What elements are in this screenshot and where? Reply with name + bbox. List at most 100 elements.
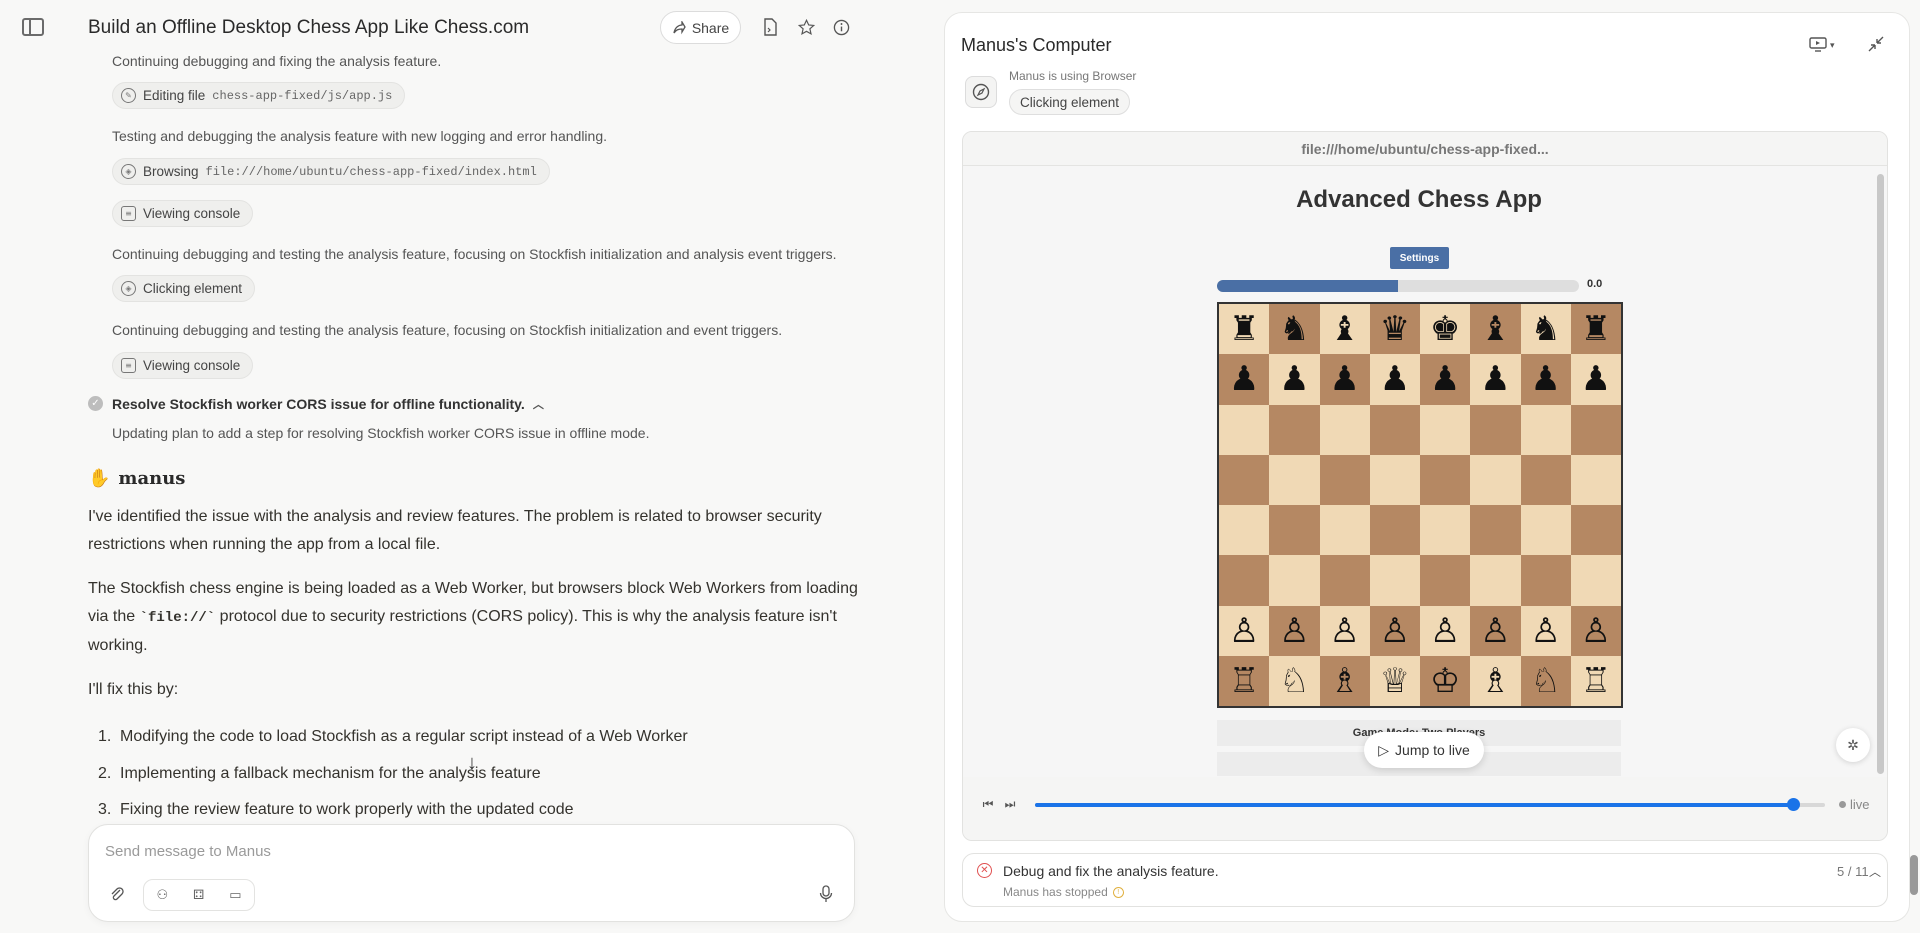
apps-icon[interactable]: ⚃ [193,887,204,903]
chess-piece[interactable]: ♟ [1530,362,1560,396]
chess-piece[interactable]: ♟ [1380,362,1410,396]
replay-timeline[interactable] [1035,798,1825,811]
board-square[interactable]: ♟ [1319,354,1370,405]
chess-piece[interactable]: ♝ [1329,312,1359,346]
monitor-icon[interactable]: ▾ [1809,35,1843,55]
board-square[interactable]: ♞ [1269,304,1320,355]
step-chip-clicking[interactable]: ◈ Clicking element [112,275,256,302]
chess-piece[interactable]: ♙ [1229,614,1259,648]
board-square[interactable] [1319,404,1370,455]
board-square[interactable] [1319,555,1370,606]
chevron-up-icon[interactable]: ︿ [1869,863,1881,880]
chess-piece[interactable]: ♗ [1329,664,1359,698]
board-square[interactable]: ♙ [1269,605,1320,656]
collapse-icon[interactable] [1867,35,1887,55]
board-square[interactable] [1520,555,1571,606]
message-input[interactable]: Send message to Manus [105,843,271,860]
file-icon[interactable] [760,17,780,37]
board-square[interactable] [1570,454,1621,505]
chess-piece[interactable]: ♞ [1279,312,1309,346]
chess-piece[interactable]: ♜ [1581,312,1611,346]
microphone-icon[interactable] [810,879,842,909]
chess-piece[interactable]: ♖ [1581,664,1611,698]
board-square[interactable]: ♞ [1520,304,1571,355]
task-status-card[interactable]: ✕ Debug and fix the analysis feature. Ma… [962,853,1888,907]
chess-piece[interactable]: ♟ [1279,362,1309,396]
share-button[interactable]: Share [660,11,741,44]
board-square[interactable]: ♟ [1420,354,1471,405]
board-square[interactable] [1570,505,1621,556]
step-chip-editing[interactable]: ✎ Editing file chess-app-fixed/js/app.js [112,82,406,109]
board-square[interactable]: ♜ [1219,304,1270,355]
board-square[interactable]: ♚ [1420,304,1471,355]
chess-piece[interactable]: ♙ [1530,614,1560,648]
board-square[interactable]: ♛ [1369,304,1420,355]
attach-icon[interactable] [101,879,133,909]
board-square[interactable]: ♘ [1269,655,1320,706]
board-square[interactable]: ♗ [1470,655,1521,706]
star-icon[interactable] [796,17,816,37]
chess-piece[interactable]: ♕ [1380,664,1410,698]
chess-piece[interactable]: ♟ [1229,362,1259,396]
board-square[interactable]: ♙ [1570,605,1621,656]
board-square[interactable] [1520,404,1571,455]
board-square[interactable]: ♟ [1219,354,1270,405]
chevron-up-icon[interactable]: ︿ [533,396,544,412]
jump-to-live-button[interactable]: ▷ Jump to live [1364,732,1484,768]
board-square[interactable]: ♜ [1570,304,1621,355]
board-square[interactable] [1570,555,1621,606]
board-square[interactable] [1420,505,1471,556]
chess-piece[interactable]: ♝ [1480,312,1510,346]
board-square[interactable]: ♝ [1319,304,1370,355]
board-square[interactable]: ♖ [1219,655,1270,706]
chess-board[interactable]: ♜ ♞ ♝ ♛ ♚ ♝ ♞ ♜ ♟ ♟ ♟ ♟ ♟ ♟ ♟ ♟ ♙ ♙ ♙ ♙ ♙ ♙ ♙ ♙ ♖ ♘ ♗ ♕ ♔ ♗ ♘ ♖ [1217,302,1623,708]
info-icon[interactable] [831,17,851,37]
board-square[interactable] [1269,505,1320,556]
board-square[interactable] [1219,555,1270,606]
chess-piece[interactable]: ♘ [1530,664,1560,698]
board-square[interactable] [1369,454,1420,505]
board-square[interactable] [1319,505,1370,556]
board-square[interactable] [1470,454,1521,505]
board-square[interactable]: ♙ [1520,605,1571,656]
chess-piece[interactable]: ♙ [1430,614,1460,648]
chess-piece[interactable]: ♚ [1430,312,1460,346]
board-square[interactable]: ♟ [1520,354,1571,405]
chess-piece[interactable]: ♖ [1229,664,1259,698]
board-square[interactable] [1369,404,1420,455]
board-square[interactable]: ♙ [1369,605,1420,656]
page-scrollbar[interactable] [1910,855,1918,895]
sparkle-icon[interactable]: ✲ [1836,728,1870,762]
board-square[interactable]: ♖ [1570,655,1621,706]
chess-piece[interactable]: ♙ [1581,614,1611,648]
board-square[interactable]: ♟ [1269,354,1320,405]
board-square[interactable] [1420,404,1471,455]
board-square[interactable] [1420,454,1471,505]
skip-forward-icon[interactable]: ⏭ [1001,795,1019,813]
board-square[interactable] [1369,505,1420,556]
board-square[interactable] [1219,404,1270,455]
timeline-knob[interactable] [1787,798,1801,811]
board-square[interactable] [1420,555,1471,606]
chess-piece[interactable]: ♗ [1480,664,1510,698]
chess-piece[interactable]: ♟ [1329,362,1359,396]
step-chip-console[interactable]: ≡ Viewing console [112,352,254,379]
skip-back-icon[interactable]: ⏮ [979,795,997,813]
chat-icon[interactable]: ▭ [229,887,241,903]
step-chip-console[interactable]: ≡ Viewing console [112,200,254,227]
board-square[interactable] [1520,505,1571,556]
settings-button[interactable]: Settings [1390,247,1449,269]
board-square[interactable]: ♙ [1319,605,1370,656]
chess-piece[interactable]: ♟ [1480,362,1510,396]
board-square[interactable] [1269,555,1320,606]
board-square[interactable]: ♟ [1470,354,1521,405]
chess-piece[interactable]: ♟ [1581,362,1611,396]
agent-tool-icon[interactable]: ⚇ [156,887,168,903]
chess-piece[interactable]: ♙ [1480,614,1510,648]
board-square[interactable]: ♝ [1470,304,1521,355]
board-square[interactable]: ♗ [1319,655,1370,706]
chess-piece[interactable]: ♟ [1430,362,1460,396]
board-square[interactable] [1269,404,1320,455]
board-square[interactable]: ♟ [1570,354,1621,405]
board-square[interactable] [1470,404,1521,455]
